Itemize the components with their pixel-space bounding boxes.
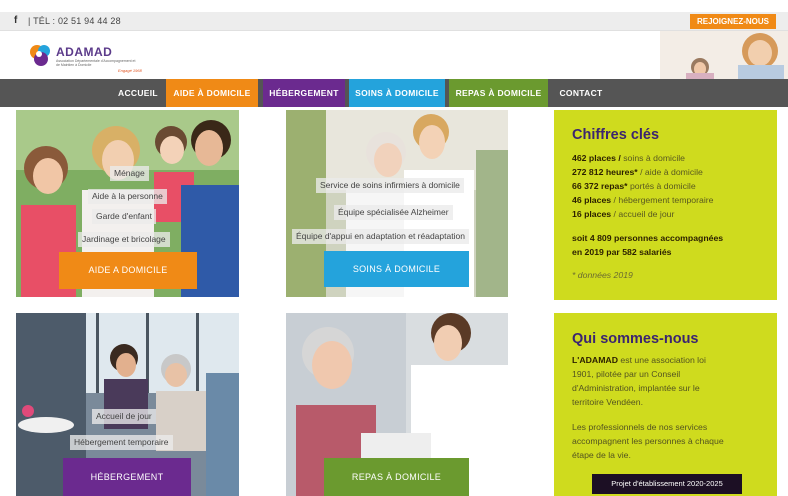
repas-a-domicile-button[interactable]: REPAS À DOMICILE [324, 458, 469, 496]
nav-aide-a-domicile[interactable]: AIDE À DOMICILE [166, 79, 258, 107]
stat-accueil: 16 places / accueil de jour [572, 209, 675, 219]
about-paragraph-1: L'ADAMAD est une association loi 1901, p… [572, 355, 706, 407]
summary-line-1: soit 4 809 personnes accompagnées [572, 233, 724, 243]
about-panel: Qui sommes-nous L'ADAMAD est une associa… [554, 313, 777, 496]
key-figures-title: Chiffres clés [572, 127, 660, 143]
tile-hebergement[interactable]: Accueil de jour Hébergement temporaire H… [16, 313, 239, 496]
stat-soins: 462 places / soins à domicile [572, 153, 686, 163]
data-note: * données 2019 [572, 270, 633, 280]
facebook-icon[interactable]: f [14, 15, 17, 26]
chip-aide-a-la-personne[interactable]: Aide à la personne [88, 189, 167, 204]
chip-menage[interactable]: Ménage [110, 166, 149, 181]
stat-repas: 66 372 repas* portés à domicile [572, 181, 696, 191]
nav-repas-a-domicile[interactable]: REPAS À DOMICILE [449, 79, 548, 107]
chip-equipe-appui[interactable]: Équipe d'appui en adaptation et réadapta… [292, 229, 469, 244]
chip-equipe-alzheimer[interactable]: Équipe spécialisée Alzheimer [334, 205, 453, 220]
summary-line-2: en 2019 par 582 salariés [572, 247, 672, 257]
header-family-photo [660, 31, 788, 79]
nav-accueil[interactable]: ACCUEIL [110, 79, 166, 107]
logo-subtitle: Association Départementale d'Accompagnem… [56, 59, 136, 67]
aide-a-domicile-button[interactable]: AIDE A DOMICILE [59, 252, 197, 289]
about-paragraph-2: Les professionnels de nos services accom… [572, 422, 724, 460]
nav-soins-a-domicile[interactable]: SOINS À DOMICILE [349, 79, 445, 107]
chip-hebergement-temporaire[interactable]: Hébergement temporaire [70, 435, 173, 450]
chip-jardinage-bricolage[interactable]: Jardinage et bricolage [78, 232, 170, 247]
stat-heures: 272 812 heures* / aide à domicile [572, 167, 703, 177]
chip-garde-enfant[interactable]: Garde d'enfant [92, 209, 156, 224]
soins-a-domicile-button[interactable]: SOINS À DOMICILE [324, 251, 469, 287]
phone-number: | TÉL : 02 51 94 44 28 [28, 16, 121, 26]
projet-etablissement-button[interactable]: Projet d'établissement 2020-2025 [592, 474, 742, 494]
nav-contact[interactable]: CONTACT [552, 79, 610, 107]
tile-soins-a-domicile[interactable]: Service de soins infirmiers à domicile É… [286, 110, 508, 297]
main-nav: ACCUEIL AIDE À DOMICILE HÉBERGEMENT SOIN… [0, 79, 788, 107]
tile-aide-a-domicile[interactable]: Ménage Aide à la personne Garde d'enfant… [16, 110, 239, 297]
top-bar: f | TÉL : 02 51 94 44 28 REJOIGNEZ-NOUS [0, 12, 788, 31]
tile-repas-a-domicile[interactable]: REPAS À DOMICILE [286, 313, 508, 496]
adamad-logo-icon[interactable] [26, 40, 56, 70]
chip-accueil-de-jour[interactable]: Accueil de jour [92, 409, 156, 424]
key-figures-panel: Chiffres clés 462 places / soins à domic… [554, 110, 777, 300]
chip-service-soins-infirmiers[interactable]: Service de soins infirmiers à domicile [316, 178, 464, 193]
nav-hebergement[interactable]: HÉBERGEMENT [263, 79, 345, 107]
logo-name[interactable]: ADAMAD [56, 45, 112, 59]
hebergement-button[interactable]: HÉBERGEMENT [63, 458, 191, 496]
site-header: ADAMAD Association Départementale d'Acco… [0, 31, 788, 79]
logo-slogan: Engagé 1968 [118, 68, 142, 73]
about-title: Qui sommes-nous [572, 331, 699, 347]
join-us-button[interactable]: REJOIGNEZ-NOUS [690, 14, 776, 29]
stat-hebergement: 46 places / hébergement temporaire [572, 195, 714, 205]
